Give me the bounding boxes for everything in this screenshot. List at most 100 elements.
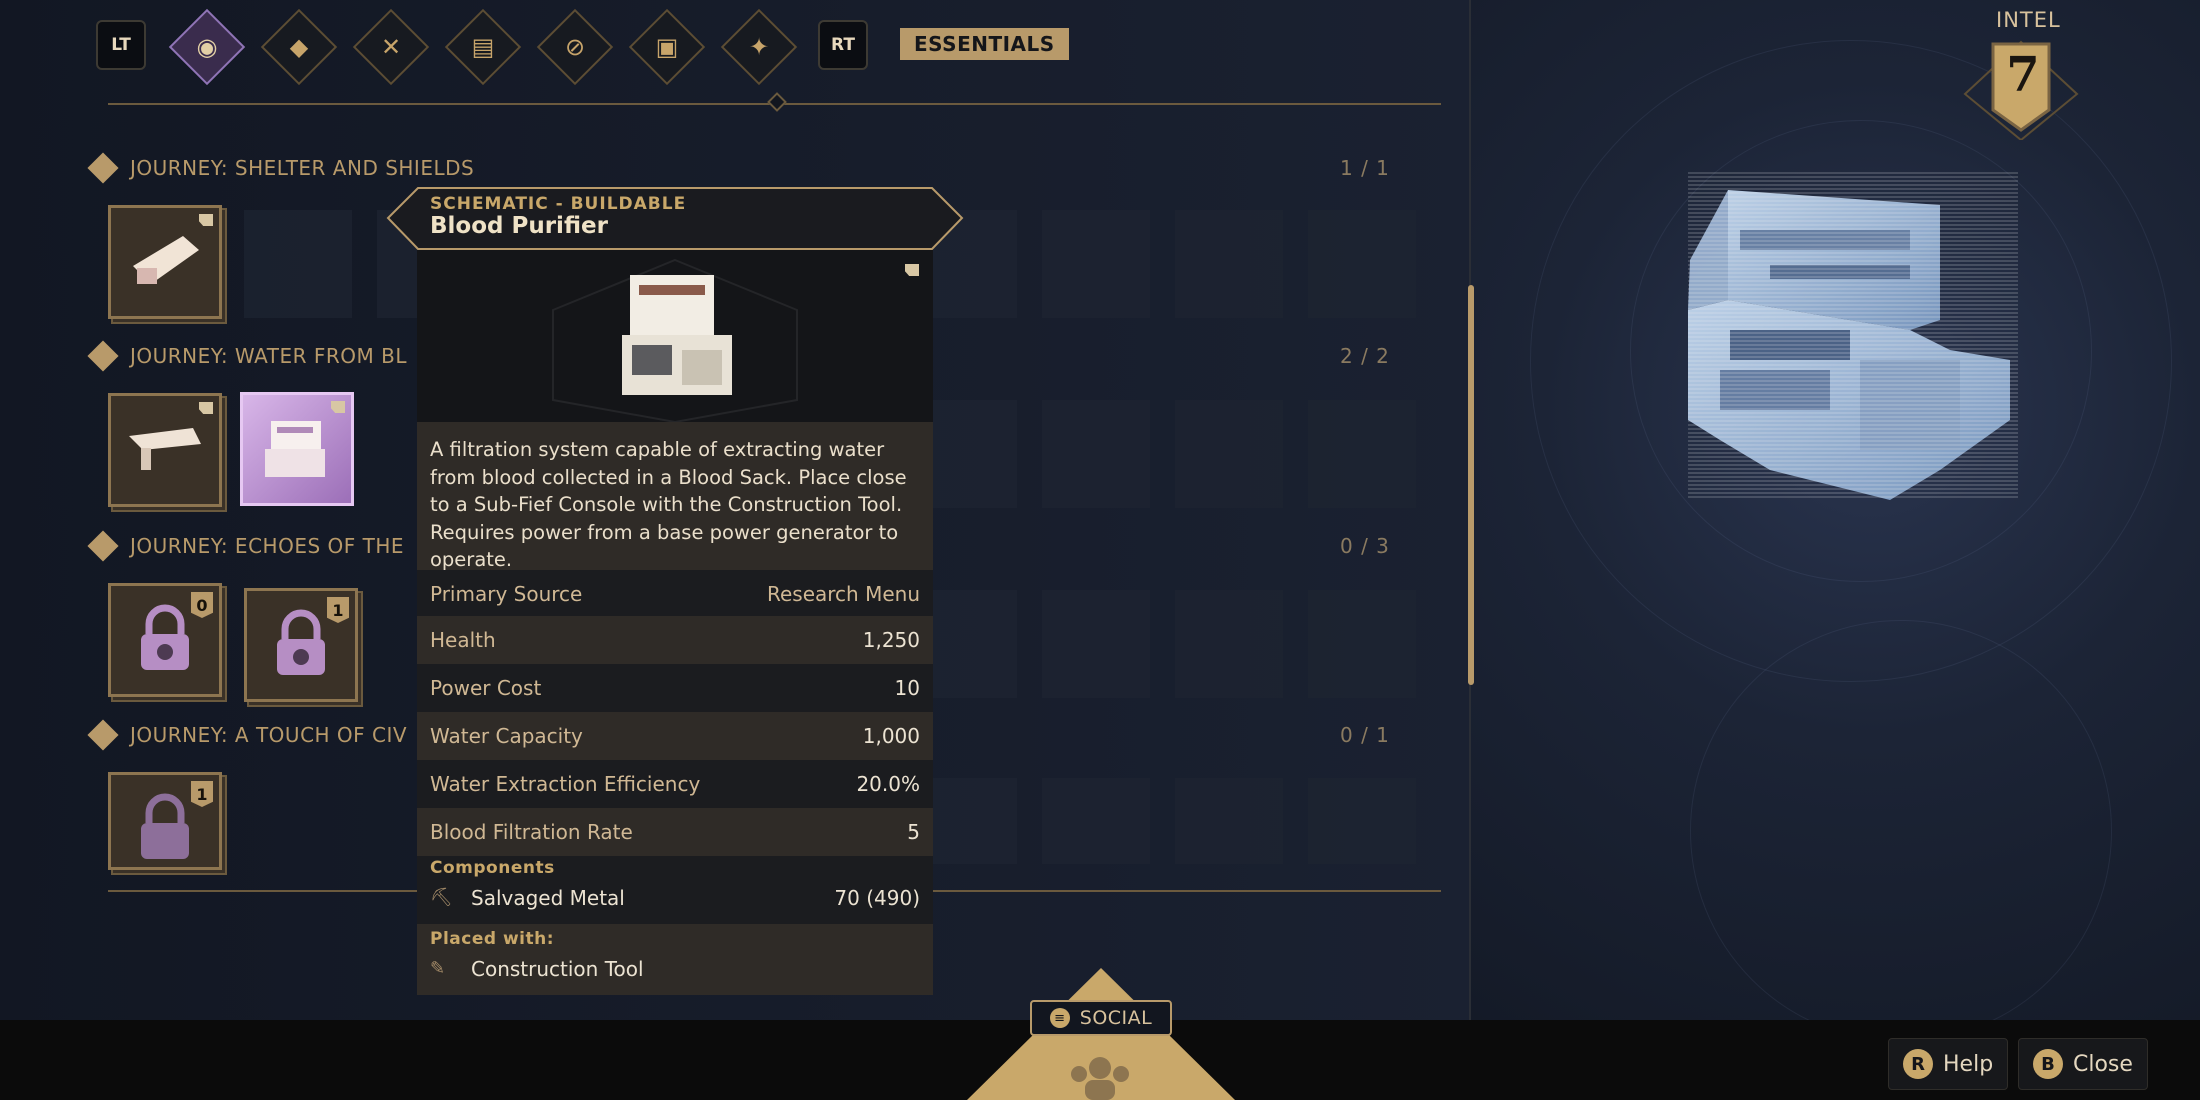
section-title: JOURNEY: ECHOES OF THE: [130, 534, 404, 558]
menu-icon: ≡: [1049, 1008, 1070, 1028]
empty-slot: [1042, 400, 1150, 508]
schematic-slot[interactable]: [108, 393, 222, 507]
schematic-type: SCHEMATIC - BUILDABLE: [430, 194, 687, 214]
social-people-icon: [1071, 1057, 1129, 1100]
components-heading: Components: [430, 858, 555, 878]
help-label: Help: [1943, 1051, 1994, 1077]
component-amount: 70 (490): [834, 886, 920, 910]
stat-value: Research Menu: [766, 582, 920, 606]
placed-with-row: ✎ Construction Tool: [430, 953, 920, 985]
stat-value: 5: [907, 820, 920, 844]
stat-label: Water Capacity: [430, 724, 583, 748]
section-count: 2 / 2: [1340, 344, 1390, 368]
locked-schematic-slot[interactable]: 0: [108, 583, 222, 697]
stat-row: Health 1,250: [417, 616, 933, 664]
stat-label: Power Cost: [430, 676, 542, 700]
section-title: JOURNEY: A TOUCH OF CIV: [130, 723, 408, 747]
padlock-icon: [141, 793, 189, 859]
section-diamond-icon: [87, 719, 119, 751]
bookmark-icon: [199, 214, 213, 226]
rt-button[interactable]: RT: [818, 20, 868, 70]
stat-row: Water Extraction Efficiency 20.0%: [417, 760, 933, 808]
blood-purifier-slot[interactable]: [240, 392, 354, 506]
empty-slot: [1175, 400, 1283, 508]
component-row: ⛏ Salvaged Metal 70 (490): [430, 882, 920, 914]
blood-purifier-hologram: [1688, 170, 2018, 500]
scrollbar[interactable]: [1468, 285, 1474, 685]
crossed-blades-icon: ✕: [380, 33, 402, 61]
stat-value: 10: [894, 676, 920, 700]
section-header[interactable]: JOURNEY: ECHOES OF THE: [87, 530, 416, 562]
section-title: JOURNEY: SHELTER AND SHIELDS: [130, 156, 475, 180]
item-preview: [417, 250, 933, 424]
b-button-icon: B: [2033, 1049, 2063, 1079]
stat-label: Primary Source: [430, 582, 583, 606]
item-name: Blood Purifier: [430, 213, 608, 239]
lt-button[interactable]: LT: [96, 20, 146, 70]
water-drop-icon: ◆: [289, 33, 309, 61]
social-button[interactable]: ≡ SOCIAL: [1030, 1000, 1172, 1036]
tool-name: Construction Tool: [471, 957, 644, 981]
r-button-icon: R: [1903, 1049, 1933, 1079]
schematic-slot[interactable]: [108, 205, 222, 319]
sun-icon: ◉: [196, 33, 218, 61]
bookmark-icon: [331, 401, 345, 413]
stat-label: Blood Filtration Rate: [430, 820, 633, 844]
close-hint[interactable]: B Close: [2018, 1038, 2148, 1090]
intel-value: 7: [2006, 47, 2040, 103]
bookmark-icon: [199, 402, 213, 414]
stat-row: Blood Filtration Rate 5: [417, 808, 933, 856]
empty-slot: [1308, 590, 1416, 698]
category-label: ESSENTIALS: [900, 28, 1069, 60]
section-diamond-icon: [87, 530, 119, 562]
backpack-icon: ▣: [655, 33, 679, 61]
section-count: 1 / 1: [1340, 156, 1390, 180]
close-label: Close: [2073, 1051, 2133, 1077]
stat-value: 1,250: [862, 628, 920, 652]
hologram-preview-area: [1470, 0, 2200, 1042]
section-header[interactable]: JOURNEY: WATER FROM BL: [87, 340, 436, 372]
stat-label: Water Extraction Efficiency: [430, 772, 701, 796]
section-diamond-icon: [87, 340, 119, 372]
construction-tool-icon: ✎: [430, 958, 446, 979]
empty-slot: [1175, 778, 1283, 864]
metal-scrap-icon: ⛏: [430, 887, 453, 908]
empty-slot: [244, 210, 352, 318]
social-label: SOCIAL: [1079, 1007, 1153, 1029]
padlock-icon: [277, 609, 325, 675]
stat-row: Power Cost 10: [417, 664, 933, 712]
placed-with-heading: Placed with:: [430, 929, 555, 949]
component-name: Salvaged Metal: [471, 886, 625, 910]
stat-label: Health: [430, 628, 496, 652]
empty-slot: [1175, 210, 1283, 318]
no-entry-icon: ⊘: [564, 33, 586, 61]
empty-slot: [1042, 210, 1150, 318]
help-hint[interactable]: R Help: [1888, 1038, 2009, 1090]
section-title: JOURNEY: WATER FROM BL: [130, 344, 407, 368]
locked-schematic-slot[interactable]: 1: [244, 588, 358, 702]
stat-value: 1,000: [862, 724, 920, 748]
empty-slot: [1308, 210, 1416, 318]
intel-label: INTEL: [1996, 8, 2061, 32]
empty-slot: [1308, 400, 1416, 508]
empty-slot: [1308, 778, 1416, 864]
section-count: 0 / 3: [1340, 534, 1390, 558]
blood-purifier-render: [552, 258, 798, 424]
stat-value: 20.0%: [856, 772, 920, 796]
item-tooltip: A filtration system capable of extractin…: [417, 250, 933, 995]
section-header[interactable]: JOURNEY: SHELTER AND SHIELDS: [87, 152, 596, 184]
section-header[interactable]: JOURNEY: A TOUCH OF CIV: [87, 719, 416, 751]
blood-purifier-icon: [265, 421, 325, 477]
shield-device-icon: [133, 236, 199, 284]
bricks-icon: ▤: [471, 33, 495, 61]
star-burst-icon: ✦: [748, 33, 770, 61]
empty-slot: [1042, 590, 1150, 698]
item-description: A filtration system capable of extractin…: [417, 422, 933, 571]
blood-sack-gun-icon: [129, 428, 201, 470]
padlock-icon: [141, 604, 189, 670]
empty-slot: [1042, 778, 1150, 864]
empty-slot: [1175, 590, 1283, 698]
section-count: 0 / 1: [1340, 723, 1390, 747]
locked-schematic-slot[interactable]: 1: [108, 772, 222, 870]
stat-row: Water Capacity 1,000: [417, 712, 933, 760]
